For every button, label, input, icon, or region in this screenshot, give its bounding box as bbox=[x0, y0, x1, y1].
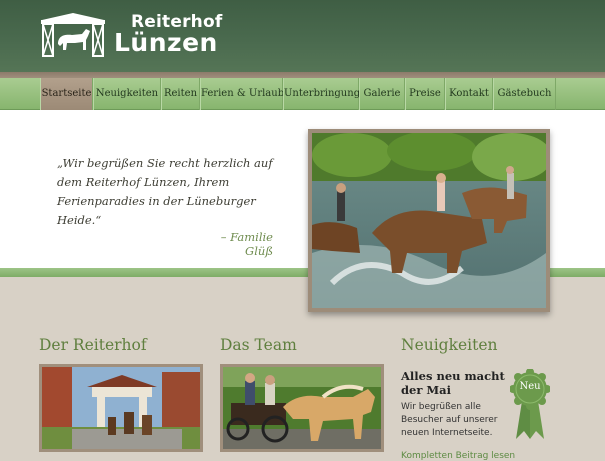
logo-title-line2: Lünzen bbox=[114, 28, 218, 57]
nav-item-reiten[interactable]: Reiten bbox=[161, 78, 200, 110]
section-title-team: Das Team bbox=[220, 336, 297, 354]
reiterhof-photo-frame[interactable] bbox=[39, 364, 203, 452]
section-title-news: Neuigkeiten bbox=[401, 336, 498, 354]
nav-item-startseite[interactable]: Startseite bbox=[40, 78, 93, 110]
hero-photo-frame bbox=[308, 129, 550, 312]
nav-item-unterbringung[interactable]: Unterbringung bbox=[283, 78, 360, 110]
nav-item-preise[interactable]: Preise bbox=[405, 78, 445, 110]
nav-list: Startseite Neuigkeiten Reiten Ferien & U… bbox=[40, 78, 556, 110]
section-title-reiterhof: Der Reiterhof bbox=[39, 336, 147, 354]
news-teaser: Wir begrüßen alle Besucher auf unserer n… bbox=[401, 402, 498, 438]
nav-item-kontakt[interactable]: Kontakt bbox=[445, 78, 493, 110]
team-photo bbox=[223, 367, 381, 449]
nav-item-neuigkeiten[interactable]: Neuigkeiten bbox=[93, 78, 161, 110]
new-rosette-badge-icon bbox=[510, 369, 550, 439]
quote-signature: – Familie Glüß bbox=[220, 230, 273, 258]
reiterhof-photo bbox=[42, 367, 200, 449]
welcome-quote: „Wir begrüßen Sie recht herzlich auf dem… bbox=[57, 156, 273, 227]
news-headline: Alles neu macht der Mai bbox=[401, 369, 505, 397]
main-navigation: Startseite Neuigkeiten Reiten Ferien & U… bbox=[0, 78, 605, 110]
news-read-more-link[interactable]: Kompletten Beitrag lesen bbox=[401, 451, 515, 461]
hero-photo-horses-in-river bbox=[312, 133, 546, 308]
nav-item-galerie[interactable]: Galerie bbox=[359, 78, 405, 110]
horse-gate-logo-icon[interactable] bbox=[40, 12, 106, 58]
team-photo-frame[interactable] bbox=[220, 364, 384, 452]
nav-item-gaestebuch[interactable]: Gästebuch bbox=[493, 78, 556, 110]
nav-item-ferien-urlaub[interactable]: Ferien & Urlaub bbox=[200, 78, 284, 110]
new-badge-label: Neu bbox=[519, 381, 541, 392]
